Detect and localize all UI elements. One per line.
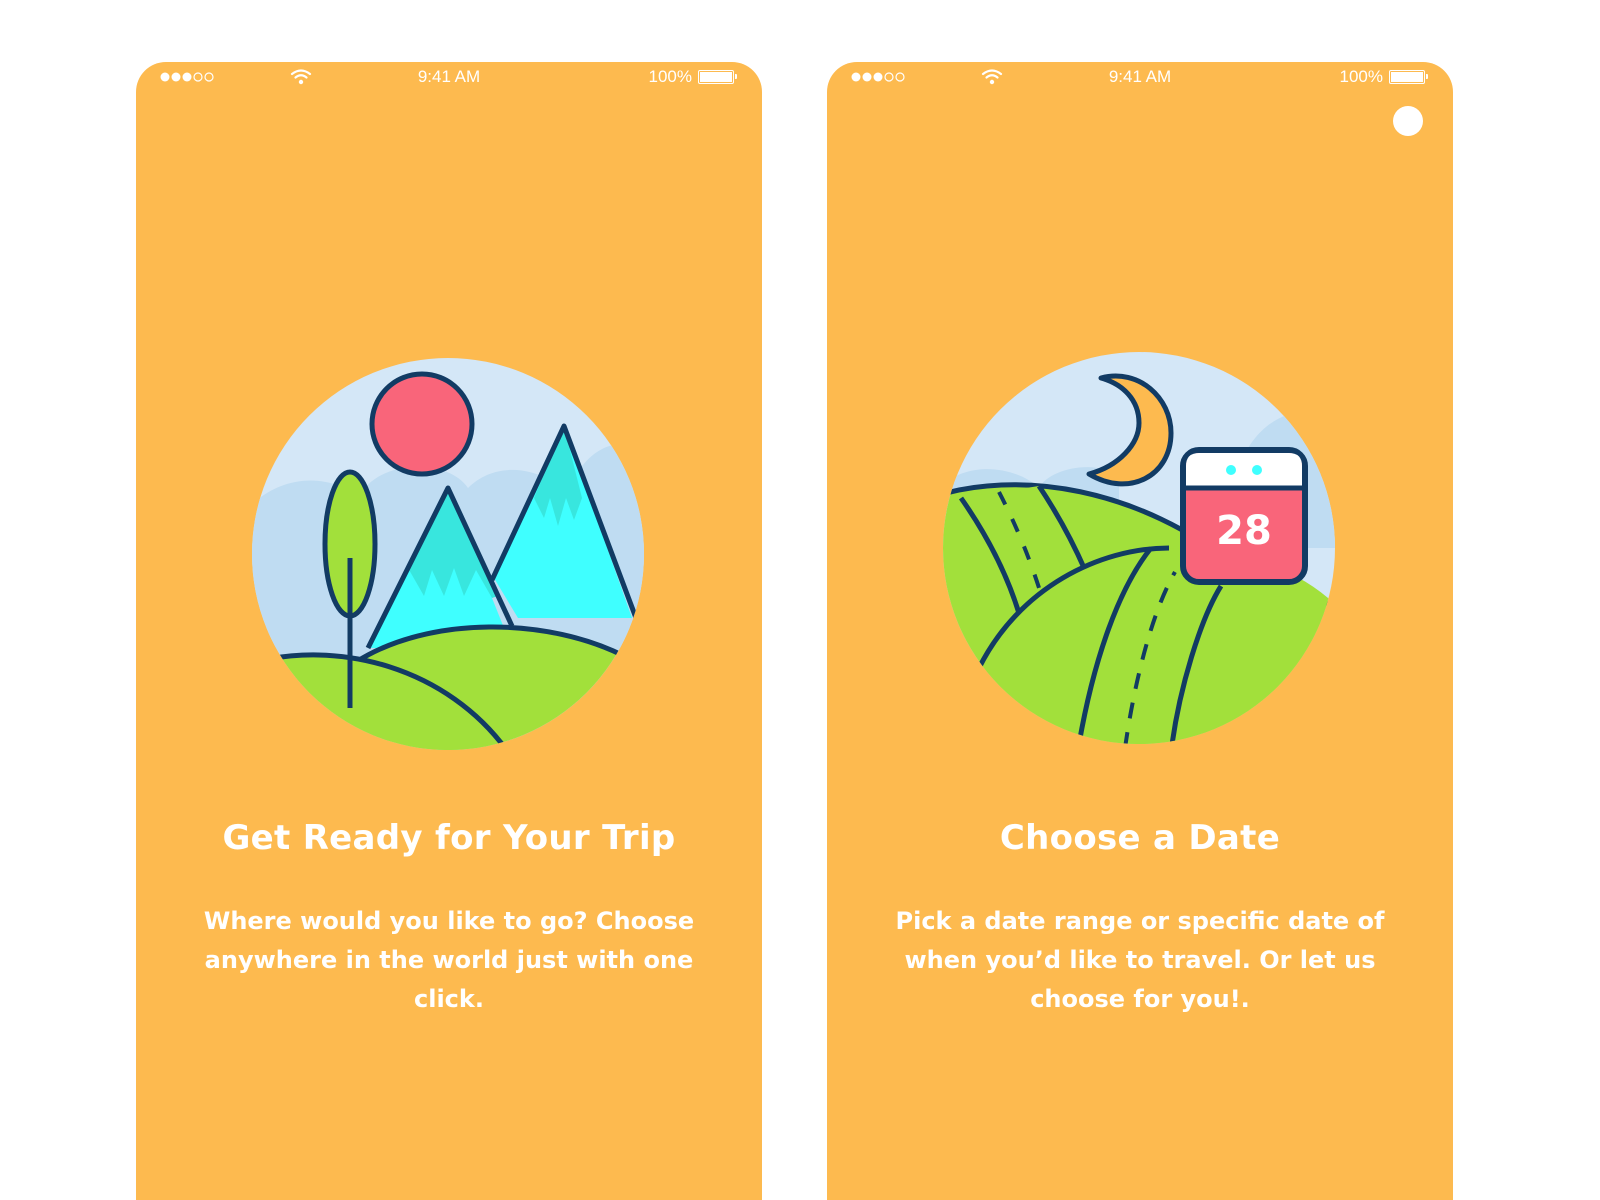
status-bar: 9:41 AM 100% bbox=[136, 62, 762, 96]
screen-title: Choose a Date bbox=[999, 818, 1281, 858]
screen-description: Pick a date range or specific date of wh… bbox=[895, 907, 1385, 1013]
calendar-day-number: 28 bbox=[1216, 508, 1272, 554]
battery-icon bbox=[698, 70, 737, 84]
screen-description: Where would you like to go? Choose anywh… bbox=[203, 907, 695, 1013]
skip-button[interactable] bbox=[1393, 106, 1423, 136]
status-bar: 9:41 AM 100% bbox=[827, 62, 1453, 96]
screen-title: Get Ready for Your Trip bbox=[222, 818, 676, 858]
road-moon-calendar-icon: 28 bbox=[943, 352, 1335, 744]
mountains-sun-icon bbox=[252, 358, 644, 750]
onboarding-screen-trip: 9:41 AM 100% Get Ready for Your Trip Whe… bbox=[136, 62, 762, 1200]
battery-icon bbox=[1389, 70, 1428, 84]
battery-percent: 100% bbox=[648, 67, 692, 86]
battery-percent: 100% bbox=[1339, 67, 1383, 86]
onboarding-screen-date: 9:41 AM 100% 28 Choose a Date Pick a dat… bbox=[827, 62, 1453, 1200]
